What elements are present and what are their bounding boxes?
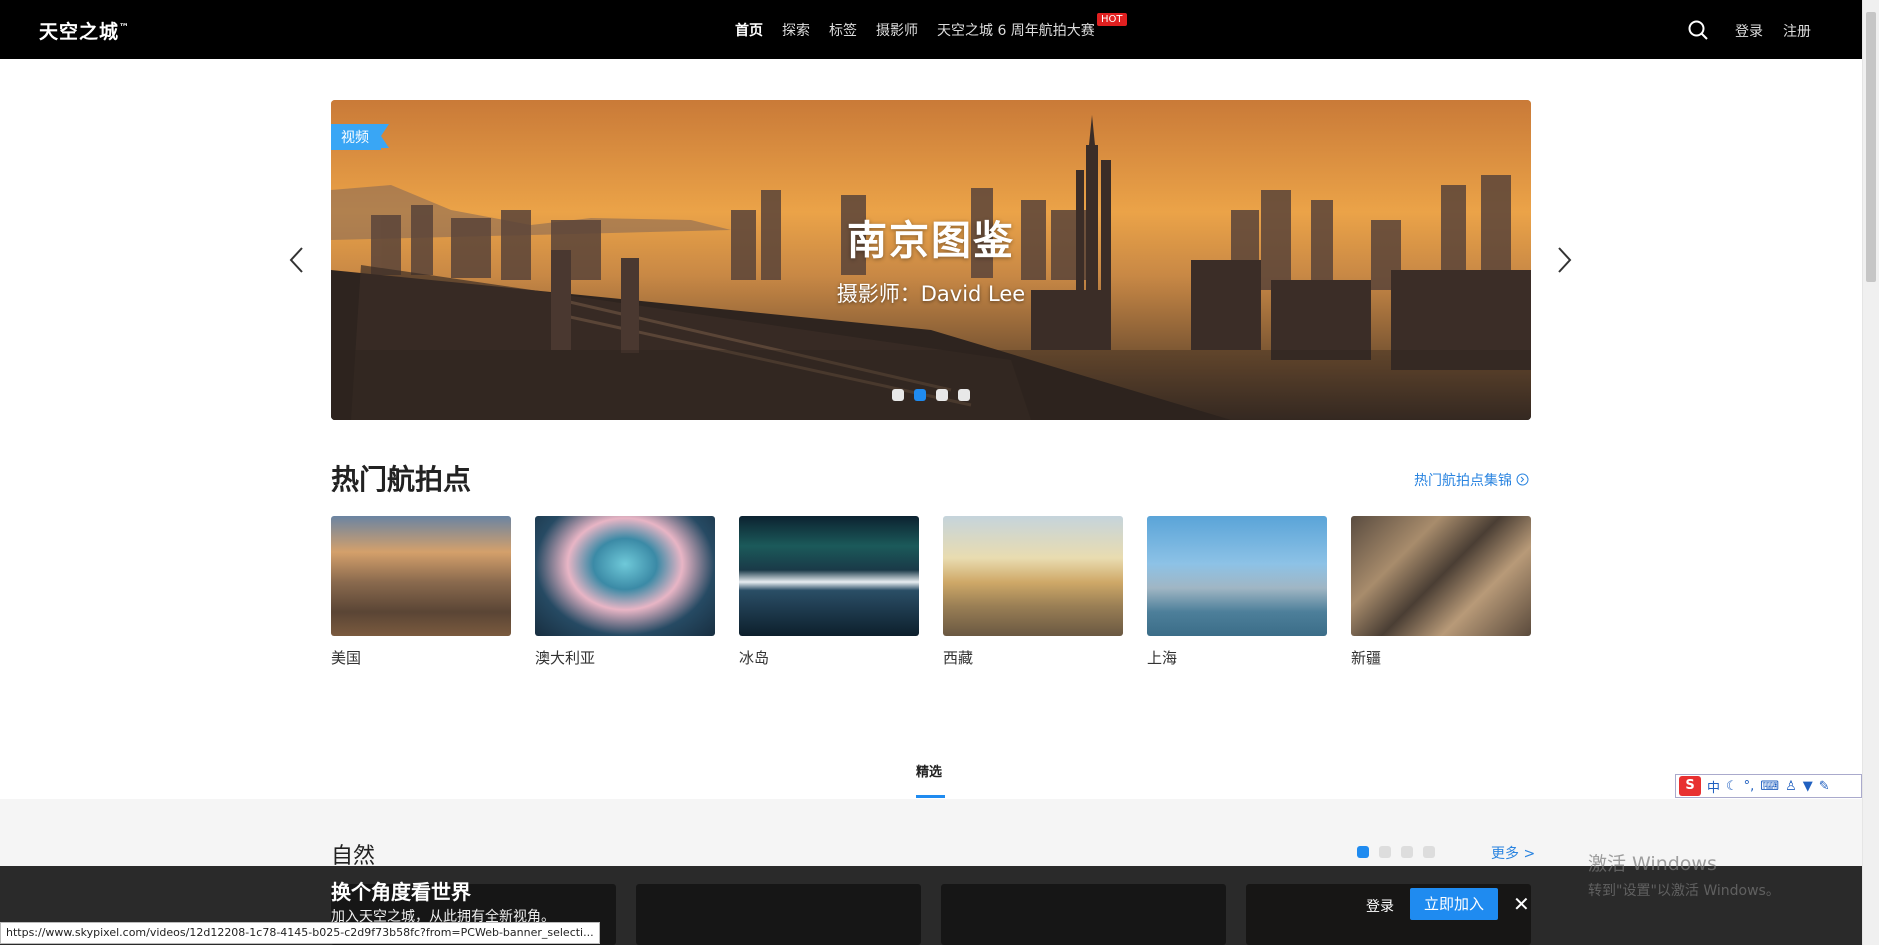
hot-spots-list: 美国 澳大利亚 冰岛 西藏 上海 新疆 xyxy=(331,516,1531,668)
logo-trademark: ™ xyxy=(119,22,131,34)
nature-page-dot[interactable] xyxy=(1423,846,1435,858)
wrench-icon[interactable]: ✎ xyxy=(1819,779,1830,794)
spot-name: 美国 xyxy=(331,649,362,667)
nav-item-home[interactable]: 首页 xyxy=(735,20,763,40)
join-now-button[interactable]: 立即加入 xyxy=(1410,888,1498,920)
nav-item-photographers[interactable]: 摄影师 xyxy=(876,20,918,40)
windows-activation-watermark: 激活 Windows 转到"设置"以激活 Windows。 xyxy=(1588,849,1780,900)
spot-name: 西藏 xyxy=(943,649,974,667)
spot-image-shanghai xyxy=(1147,516,1327,636)
spot-image-iceland xyxy=(739,516,919,636)
main-nav: 首页 探索 标签 摄影师 天空之城 6 周年航拍大赛 xyxy=(735,20,1095,40)
keyboard-icon[interactable]: ⌨ xyxy=(1760,779,1779,794)
spot-image-usa xyxy=(331,516,511,636)
hot-spot-card[interactable]: 美国 xyxy=(331,516,511,668)
join-promo-title: 换个角度看世界 xyxy=(331,880,471,904)
banner-video-tag: 视频 xyxy=(331,124,389,150)
user-icon[interactable]: ♙ xyxy=(1785,779,1797,794)
scrollbar-thumb[interactable] xyxy=(1866,12,1876,282)
ime-mode-indicator[interactable]: 中 xyxy=(1707,777,1720,796)
spot-name: 新疆 xyxy=(1351,649,1382,667)
sogou-logo-icon[interactable]: S xyxy=(1679,776,1701,796)
carousel-dot[interactable] xyxy=(958,389,970,401)
hero-banner[interactable]: 视频 南京图鉴 摄影师：David Lee xyxy=(331,100,1531,420)
watermark-line2: 转到"设置"以激活 Windows。 xyxy=(1588,883,1780,899)
nature-more-link[interactable]: 更多 > xyxy=(1491,843,1535,863)
register-link[interactable]: 注册 xyxy=(1783,21,1811,41)
carousel-next-icon[interactable] xyxy=(1554,245,1574,275)
play-circle-icon xyxy=(1516,473,1529,486)
spot-image-xinjiang xyxy=(1351,516,1531,636)
spot-image-tibet xyxy=(943,516,1123,636)
banner-photographer: 摄影师：David Lee xyxy=(836,282,1026,306)
punctuation-icon[interactable]: °, xyxy=(1744,779,1755,794)
nature-page-dot[interactable] xyxy=(1401,846,1413,858)
carousel-dot[interactable] xyxy=(936,389,948,401)
hot-badge: HOT xyxy=(1097,13,1127,26)
hot-spots-collection-label: 热门航拍点集锦 xyxy=(1414,473,1512,489)
page-scrollbar[interactable] xyxy=(1862,0,1879,945)
top-nav-bar: 天空之城™ 首页 探索 标签 摄影师 天空之城 6 周年航拍大赛 HOT 登录 … xyxy=(0,0,1862,59)
hot-spots-title: 热门航拍点 xyxy=(331,463,472,496)
login-link[interactable]: 登录 xyxy=(1735,21,1763,41)
hot-spot-card[interactable]: 澳大利亚 xyxy=(535,516,715,668)
spot-name: 上海 xyxy=(1147,649,1178,667)
site-logo[interactable]: 天空之城™ xyxy=(39,17,130,44)
spot-name: 冰岛 xyxy=(739,649,770,667)
nav-item-contest[interactable]: 天空之城 6 周年航拍大赛 xyxy=(937,20,1095,40)
carousel-dot[interactable] xyxy=(892,389,904,401)
nav-item-tags[interactable]: 标签 xyxy=(829,20,857,40)
hot-spot-card[interactable]: 冰岛 xyxy=(739,516,919,668)
carousel-prev-icon[interactable] xyxy=(287,245,307,275)
spot-image-australia xyxy=(535,516,715,636)
moon-icon[interactable]: ☾ xyxy=(1726,779,1738,794)
nature-page-dot[interactable] xyxy=(1379,846,1391,858)
ime-toolbar[interactable]: S 中 ☾ °, ⌨ ♙ ▼ ✎ xyxy=(1675,774,1862,798)
carousel-dot-active[interactable] xyxy=(914,389,926,401)
carousel-dots xyxy=(892,389,970,401)
hot-spot-card[interactable]: 西藏 xyxy=(943,516,1123,668)
nature-pagination xyxy=(1357,846,1435,858)
spot-name: 澳大利亚 xyxy=(535,649,596,667)
join-login-button[interactable]: 登录 xyxy=(1366,896,1394,916)
shirt-icon[interactable]: ▼ xyxy=(1803,779,1813,794)
hot-spot-card[interactable]: 上海 xyxy=(1147,516,1327,668)
logo-text: 天空之城 xyxy=(39,21,120,43)
nature-page-dot-active[interactable] xyxy=(1357,846,1369,858)
tab-active-indicator xyxy=(916,795,945,798)
tab-featured[interactable]: 精选 xyxy=(916,761,942,780)
nav-item-explore[interactable]: 探索 xyxy=(782,20,810,40)
watermark-line1: 激活 Windows xyxy=(1588,853,1717,875)
hot-spots-collection-link[interactable]: 热门航拍点集锦 xyxy=(1414,470,1529,490)
hot-spot-card[interactable]: 新疆 xyxy=(1351,516,1531,668)
browser-status-url: https://www.skypixel.com/videos/12d12208… xyxy=(0,922,600,944)
close-icon[interactable]: ✕ xyxy=(1513,892,1530,916)
search-icon[interactable] xyxy=(1687,19,1709,41)
banner-title: 南京图鉴 xyxy=(847,218,1015,264)
